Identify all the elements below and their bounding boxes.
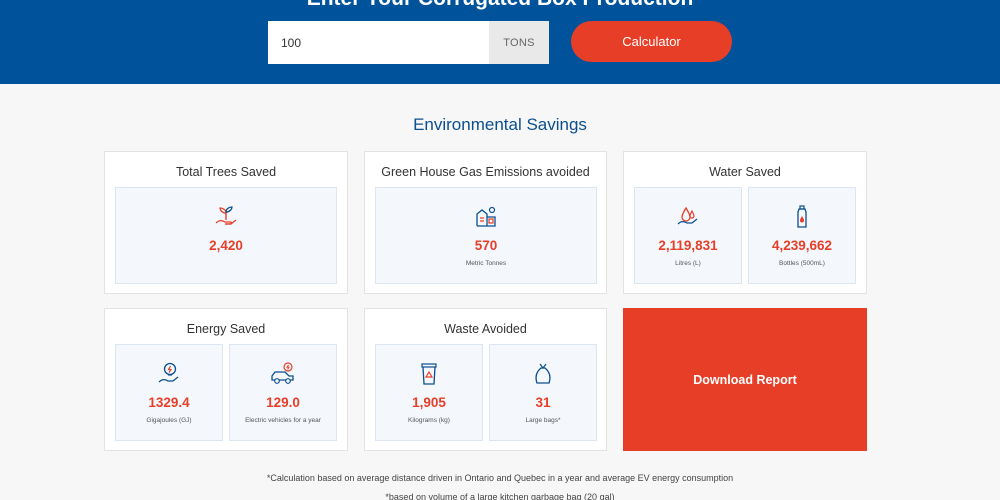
energy-gj-unit: Gigajoules (GJ) — [146, 417, 192, 424]
water-bottle-icon — [797, 205, 807, 228]
energy-saved-card: Energy Saved 1329.4 Gigajoules (GJ) 129.… — [104, 308, 348, 451]
water-drop-hand-icon — [677, 206, 698, 225]
waste-kg-tile: 1,905 Kilograms (kg) — [375, 344, 483, 441]
energy-gj-tile: 1329.4 Gigajoules (GJ) — [115, 344, 223, 441]
trees-saved-value: 2,420 — [209, 238, 243, 253]
card-title: Water Saved — [709, 165, 781, 179]
energy-ev-value: 129.0 — [266, 395, 300, 410]
ghg-card: Green House Gas Emissions avoided 570 Me… — [364, 151, 607, 294]
water-litres-tile: 2,119,831 Litres (L) — [634, 187, 742, 284]
waste-avoided-card: Waste Avoided 1,905 Kilograms (kg) 31 La… — [364, 308, 607, 451]
card-title: Green House Gas Emissions avoided — [381, 165, 590, 179]
energy-gj-value: 1329.4 — [148, 395, 190, 410]
unit-label: TONS — [489, 21, 549, 64]
energy-ev-tile: 129.0 Electric vehicles for a year — [229, 344, 337, 441]
calculator-button[interactable]: Calculator — [571, 21, 732, 62]
water-bottles-tile: 4,239,662 Bottles (500mL) — [748, 187, 856, 284]
section-title: Environmental Savings — [413, 115, 587, 134]
card-title: Waste Avoided — [444, 322, 527, 336]
trees-tile: 2,420 — [115, 187, 337, 284]
banner-title: Enter Your Corrugated Box Production — [0, 0, 1000, 9]
electric-car-icon — [271, 362, 294, 384]
header-banner: Enter Your Corrugated Box Production TON… — [0, 0, 1000, 84]
water-litres-value: 2,119,831 — [658, 238, 718, 253]
bag-footnote: *based on volume of a large kitchen garb… — [385, 492, 615, 500]
factory-emissions-icon — [476, 206, 496, 227]
waste-kg-unit: Kilograms (kg) — [408, 417, 450, 424]
card-title: Total Trees Saved — [175, 165, 277, 179]
ghg-unit: Metric Tonnes — [465, 260, 507, 267]
water-bottles-value: 4,239,662 — [771, 238, 833, 253]
energy-ev-unit: Electric vehicles for a year — [245, 417, 321, 424]
download-report-button[interactable]: Download Report — [623, 308, 867, 451]
ghg-tile: 570 Metric Tonnes — [375, 187, 597, 284]
water-saved-card: Water Saved 2,119,831 Litres (L) 4,239,6… — [623, 151, 867, 294]
lightbulb-hand-icon — [158, 362, 179, 383]
card-title: Energy Saved — [186, 322, 266, 336]
waste-bags-unit: Large bags* — [525, 417, 561, 424]
waste-kg-value: 1,905 — [412, 395, 446, 410]
trees-saved-card: Total Trees Saved 2,420 — [104, 151, 348, 294]
waste-bags-value: 31 — [535, 395, 551, 410]
recycling-bin-icon — [421, 363, 437, 385]
ev-footnote: *Calculation based on average distance d… — [266, 473, 734, 483]
waste-bags-tile: 31 Large bags* — [489, 344, 597, 441]
garbage-bag-icon — [535, 363, 551, 384]
plant-hand-icon — [215, 206, 237, 225]
water-bottles-unit: Bottles (500mL) — [779, 260, 825, 267]
water-litres-unit: Litres (L) — [675, 260, 701, 267]
production-quantity-group: TONS — [268, 21, 549, 64]
ghg-value: 570 — [474, 238, 498, 253]
production-quantity-input[interactable] — [268, 21, 489, 64]
